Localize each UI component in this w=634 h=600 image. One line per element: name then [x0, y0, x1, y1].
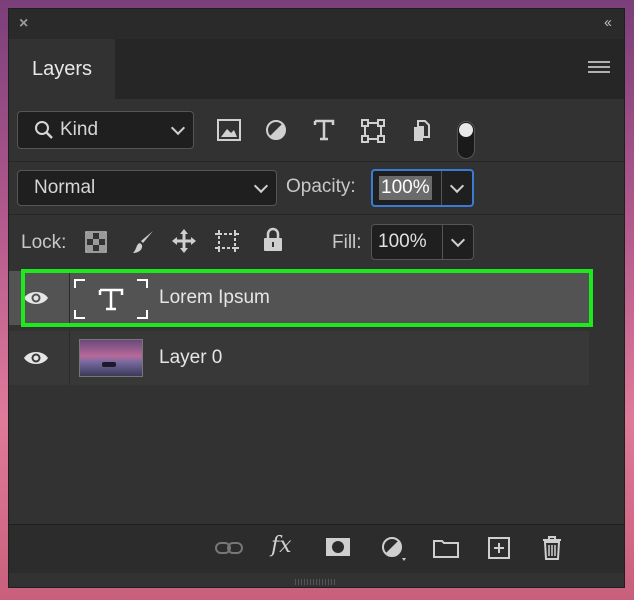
chevron-down-icon — [253, 178, 269, 194]
layers-list: Lorem Ipsum Layer 0 — [9, 269, 624, 524]
opacity-field[interactable]: 100% — [371, 169, 474, 207]
text-layer-thumbnail-icon — [74, 279, 148, 319]
chevron-down-icon[interactable] — [449, 178, 465, 194]
type-filter-icon[interactable] — [313, 119, 335, 141]
fx-icon[interactable]: fx — [271, 533, 292, 558]
trash-icon[interactable] — [541, 535, 563, 561]
smart-object-filter-icon[interactable] — [409, 119, 431, 143]
filter-toggle[interactable] — [457, 121, 475, 159]
layers-bottom-toolbar: fx — [9, 524, 624, 573]
opacity-label: Opacity: — [286, 176, 356, 197]
resize-grip[interactable] — [295, 579, 335, 585]
blend-mode-value: Normal — [34, 177, 96, 198]
search-icon — [35, 121, 53, 139]
eye-visibility-icon[interactable] — [23, 289, 49, 307]
filter-row: Kind — [9, 99, 624, 161]
layer-row-text[interactable]: Lorem Ipsum — [9, 271, 589, 325]
divider — [442, 225, 443, 259]
divider — [69, 331, 70, 385]
tab-layers[interactable]: Layers — [9, 39, 115, 99]
link-layers-icon[interactable] — [215, 541, 243, 555]
fill-value[interactable]: 100% — [378, 231, 427, 253]
lock-all-icon[interactable] — [262, 227, 284, 253]
image-filter-icon[interactable] — [217, 119, 241, 141]
layer-name: Layer 0 — [159, 347, 223, 368]
layer-name: Lorem Ipsum — [159, 287, 270, 308]
divider — [441, 171, 442, 205]
group-folder-icon[interactable] — [433, 538, 459, 558]
fill-label: Fill: — [332, 232, 362, 253]
divider — [69, 271, 70, 325]
layers-panel: × ‹‹ Layers Kind Normal Opacity: 100% Lo… — [8, 8, 625, 588]
image-layer-thumbnail — [79, 339, 143, 377]
lock-position-icon[interactable] — [171, 228, 197, 254]
panel-menu-icon[interactable] — [588, 61, 610, 75]
kind-dropdown[interactable]: Kind — [17, 111, 194, 149]
fill-field[interactable]: 100% — [371, 224, 474, 260]
blend-row: Normal Opacity: 100% — [9, 162, 624, 214]
mask-icon[interactable] — [325, 537, 351, 557]
collapse-panel-icon[interactable]: ‹‹ — [604, 14, 612, 31]
boat-shape — [102, 362, 116, 367]
lock-transparent-icon[interactable] — [85, 231, 107, 253]
layer-row-image[interactable]: Layer 0 — [9, 331, 589, 385]
blend-mode-dropdown[interactable]: Normal — [17, 170, 277, 206]
opacity-value[interactable]: 100% — [379, 176, 432, 200]
chevron-down-icon[interactable] — [450, 232, 466, 248]
lock-artboard-icon[interactable] — [214, 229, 240, 253]
eye-visibility-icon[interactable] — [23, 349, 49, 367]
panel-titlebar: × ‹‹ — [9, 9, 624, 39]
chevron-down-icon — [170, 120, 186, 136]
close-icon[interactable]: × — [19, 15, 28, 33]
adjustment-layer-icon[interactable] — [381, 536, 407, 562]
adjustment-filter-icon[interactable] — [265, 119, 287, 141]
shape-filter-icon[interactable] — [361, 119, 385, 143]
new-layer-icon[interactable] — [487, 536, 511, 560]
lock-image-icon[interactable] — [131, 229, 155, 255]
lock-row: Lock: Fill: 100% — [9, 215, 624, 269]
panel-tab-row: Layers — [9, 39, 624, 99]
lock-label: Lock: — [21, 232, 67, 253]
kind-label: Kind — [60, 119, 99, 140]
toggle-knob — [459, 123, 473, 137]
